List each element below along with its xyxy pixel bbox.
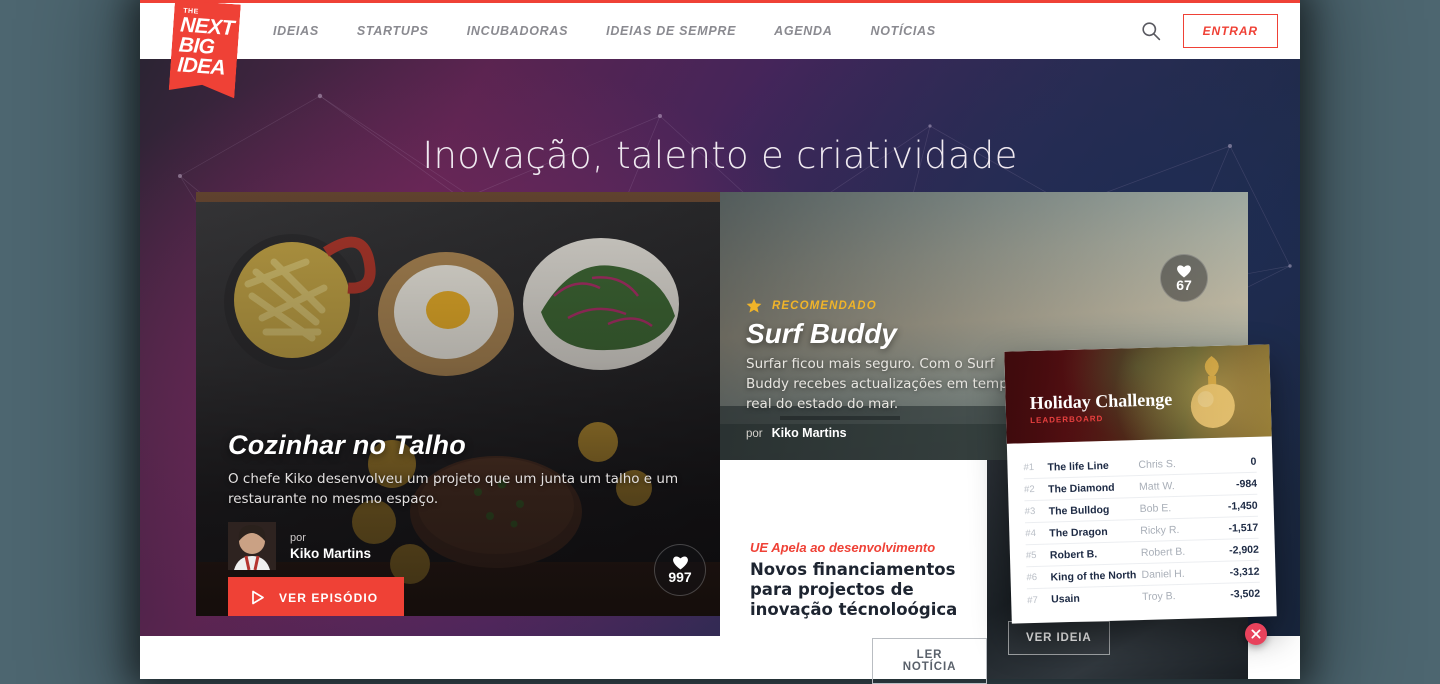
- search-icon[interactable]: [1141, 21, 1161, 41]
- hero-title: Inovação, talento e criatividade: [422, 134, 1018, 177]
- ornament-icon: [1190, 355, 1235, 428]
- row-player: Chris S.: [1138, 457, 1176, 471]
- leaderboard-header: Holiday Challenge LEADERBOARD: [1004, 344, 1272, 444]
- surf-author-name: Kiko Martins: [771, 426, 847, 440]
- news-card[interactable]: UE Apela ao desenvolvimento Novos financ…: [720, 460, 987, 684]
- row-team: Usain: [1051, 592, 1080, 606]
- site-logo[interactable]: THE NEXT BIG IDEA: [168, 0, 240, 98]
- leaderboard-panel[interactable]: Holiday Challenge LEADERBOARD #1 The lif…: [1004, 344, 1277, 624]
- news-kicker: UE Apela ao desenvolvimento: [750, 540, 936, 555]
- row-team: Robert B.: [1049, 547, 1098, 562]
- row-team: The Bulldog: [1048, 503, 1110, 518]
- featured-author: por Kiko Martins: [228, 522, 371, 570]
- nav-item-ideias-de-sempre[interactable]: IDEIAS DE SEMPRE: [606, 24, 736, 38]
- leaderboard-subtitle: LEADERBOARD: [1030, 414, 1104, 426]
- row-rank: #6: [1026, 571, 1038, 584]
- featured-author-name: Kiko Martins: [290, 545, 372, 561]
- row-player: Robert B.: [1140, 545, 1186, 559]
- close-button[interactable]: [1245, 623, 1267, 645]
- surf-title: Surf Buddy: [746, 318, 897, 349]
- featured-like-count: 997: [668, 569, 692, 585]
- login-button[interactable]: ENTRAR: [1182, 14, 1278, 48]
- heart-icon: [1177, 264, 1191, 278]
- nav-item-noticias[interactable]: NOTÍCIAS: [871, 24, 936, 38]
- nav-actions: ENTRAR: [1141, 3, 1278, 59]
- surf-author: por Kiko Martins: [746, 426, 847, 440]
- row-rank: #7: [1027, 594, 1038, 606]
- news-title: Novos financiamentos para projectos de i…: [750, 560, 958, 619]
- close-icon: [1251, 629, 1261, 639]
- row-player: Bob E.: [1139, 501, 1172, 515]
- row-team: The Dragon: [1049, 525, 1108, 540]
- row-player: Matt W.: [1138, 479, 1175, 493]
- row-score: -2,902: [1228, 543, 1260, 557]
- row-player: Troy B.: [1141, 590, 1176, 603]
- view-idea-button[interactable]: VER IDEIA: [1008, 621, 1110, 655]
- featured-like-badge[interactable]: 997: [654, 544, 706, 596]
- watch-episode-label: VER EPISÓDIO: [279, 590, 379, 605]
- recommended-label: RECOMENDADO: [772, 300, 877, 312]
- nav-item-agenda[interactable]: AGENDA: [774, 24, 832, 38]
- logo-line-idea: IDEA: [176, 53, 226, 80]
- row-player: Daniel H.: [1141, 567, 1185, 581]
- read-news-button[interactable]: LER NOTÍCIA: [872, 638, 987, 684]
- row-team: The Diamond: [1047, 481, 1115, 496]
- heart-icon: [672, 556, 688, 570]
- play-icon: [252, 590, 264, 605]
- nav-item-startups[interactable]: STARTUPS: [357, 24, 429, 38]
- row-score: -3,312: [1229, 565, 1260, 579]
- surf-by-label: por: [746, 428, 763, 440]
- nav-item-ideias[interactable]: IDEIAS: [273, 24, 319, 38]
- surf-description: Surfar ficou mais seguro. Com o Surf Bud…: [746, 356, 1017, 412]
- row-rank: #3: [1024, 505, 1036, 518]
- featured-description: O chefe Kiko desenvolveu um projeto que …: [228, 471, 679, 507]
- featured-by-label: por: [290, 531, 306, 544]
- featured-text: Cozinhar no Talho O chefe Kiko desenvolv…: [228, 430, 688, 509]
- row-score: 0: [1250, 455, 1257, 468]
- avatar: [228, 522, 276, 570]
- surf-like-badge[interactable]: 67: [1160, 254, 1208, 302]
- row-rank: #1: [1023, 461, 1035, 474]
- recommended-badge: RECOMENDADO: [746, 298, 877, 314]
- featured-card[interactable]: Cozinhar no Talho O chefe Kiko desenvolv…: [196, 192, 720, 616]
- row-score: -3,502: [1230, 587, 1261, 601]
- leaderboard-rows: #1 The life Line Chris S. 0 #2 The Diamo…: [1007, 436, 1277, 611]
- star-icon: [746, 298, 762, 313]
- leaderboard-title: Holiday Challenge: [1029, 389, 1173, 414]
- row-rank: #5: [1025, 549, 1037, 562]
- featured-title: Cozinhar no Talho: [228, 430, 466, 460]
- surf-like-count: 67: [1176, 276, 1192, 293]
- row-score: -984: [1235, 477, 1258, 490]
- row-team: The life Line: [1047, 459, 1109, 474]
- row-score: -1,450: [1227, 499, 1258, 513]
- nav-links: IDEIAS STARTUPS INCUBADORAS IDEIAS DE SE…: [273, 3, 936, 59]
- row-player: Ricky R.: [1140, 523, 1180, 537]
- row-team: King of the North: [1050, 568, 1137, 584]
- row-score: -1,517: [1228, 521, 1259, 535]
- row-rank: #2: [1023, 483, 1035, 496]
- watch-episode-button[interactable]: VER EPISÓDIO: [228, 577, 405, 616]
- row-rank: #4: [1025, 527, 1037, 540]
- top-navigation-bar: IDEIAS STARTUPS INCUBADORAS IDEIAS DE SE…: [140, 0, 1300, 59]
- nav-item-incubadoras[interactable]: INCUBADORAS: [467, 24, 568, 38]
